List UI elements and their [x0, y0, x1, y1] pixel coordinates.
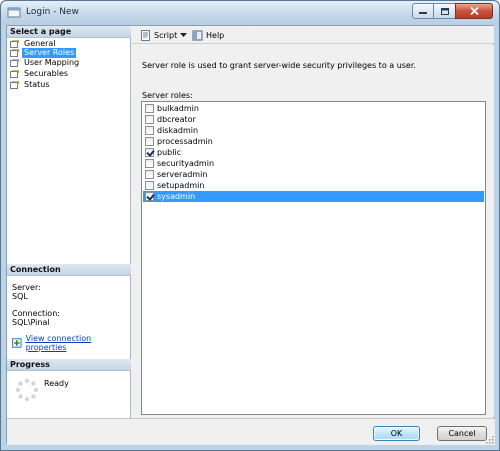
- script-button[interactable]: Script: [140, 29, 177, 41]
- progress-header: Progress: [7, 359, 131, 371]
- progress-status: Ready: [44, 379, 69, 388]
- role-checkbox[interactable]: [145, 104, 154, 113]
- help-icon: [192, 30, 203, 40]
- page-icon: [10, 40, 19, 48]
- page-server-roles[interactable]: Server Roles: [10, 48, 77, 58]
- role-name: diskadmin: [157, 126, 199, 135]
- page-user-mapping[interactable]: User Mapping: [10, 58, 81, 68]
- window-app-icon: [7, 7, 21, 18]
- connection-label: Connection:: [12, 309, 60, 318]
- role-name: bulkadmin: [157, 104, 199, 113]
- chevron-down-icon: [180, 32, 187, 37]
- role-row-processadmin[interactable]: processadmin: [143, 136, 484, 147]
- role-name: processadmin: [157, 137, 213, 146]
- page-securables[interactable]: Securables: [10, 69, 70, 79]
- server-roles-list[interactable]: bulkadmin dbcreator diskadmin processadm…: [141, 101, 486, 415]
- help-button[interactable]: Help: [192, 29, 224, 41]
- window-controls: [412, 3, 493, 19]
- role-checkbox[interactable]: [145, 126, 154, 135]
- left-pane: Select a page General Server Roles User …: [7, 26, 131, 445]
- page-icon: [10, 49, 19, 57]
- role-checkbox[interactable]: [145, 148, 154, 157]
- script-label: Script: [154, 30, 178, 40]
- login-new-window: Login - New Select a page General Server…: [0, 0, 500, 451]
- page-icon: [10, 81, 19, 89]
- role-checkbox[interactable]: [145, 159, 154, 168]
- server-roles-label: Server roles:: [142, 91, 193, 100]
- connection-value: SQL\Pinal: [12, 318, 50, 327]
- close-icon: [469, 7, 479, 15]
- role-checkbox[interactable]: [145, 115, 154, 124]
- role-row-sysadmin[interactable]: sysadmin: [143, 191, 484, 202]
- connection-header: Connection: [7, 264, 131, 276]
- server-value: SQL: [12, 292, 28, 301]
- resize-grip-icon[interactable]: [485, 435, 494, 444]
- page-label: Securables: [24, 69, 69, 78]
- server-roles-page: Server role is used to grant server-wide…: [132, 45, 494, 417]
- role-name: securityadmin: [157, 159, 215, 168]
- page-label: User Mapping: [24, 58, 80, 67]
- role-name: dbcreator: [157, 115, 196, 124]
- close-button[interactable]: [455, 3, 493, 19]
- role-row-bulkadmin[interactable]: bulkadmin: [143, 103, 484, 114]
- role-row-dbcreator[interactable]: dbcreator: [143, 114, 484, 125]
- role-row-diskadmin[interactable]: diskadmin: [143, 125, 484, 136]
- maximize-button[interactable]: [434, 3, 455, 19]
- page-icon: [10, 59, 19, 67]
- minimize-icon: [419, 12, 427, 14]
- cancel-button[interactable]: Cancel: [437, 426, 487, 441]
- server-label: Server:: [12, 283, 41, 292]
- role-checkbox[interactable]: [145, 170, 154, 179]
- role-row-setupadmin[interactable]: setupadmin: [143, 180, 484, 191]
- select-page-header: Select a page: [7, 26, 131, 38]
- role-row-public[interactable]: public: [143, 147, 484, 158]
- dialog-client-area: Select a page General Server Roles User …: [6, 25, 495, 445]
- toolbar: Script Help: [132, 26, 494, 44]
- page-icon: [10, 70, 19, 78]
- help-label: Help: [206, 30, 225, 40]
- maximize-icon: [440, 7, 449, 15]
- window-title: Login - New: [26, 7, 79, 17]
- role-name: public: [157, 148, 182, 157]
- view-connection-link[interactable]: View connection properties: [26, 334, 130, 352]
- role-name: sysadmin: [157, 192, 196, 201]
- role-row-securityadmin[interactable]: securityadmin: [143, 158, 484, 169]
- ok-button[interactable]: OK: [373, 426, 420, 441]
- script-dropdown-button[interactable]: [180, 29, 187, 41]
- role-checkbox[interactable]: [145, 192, 154, 201]
- page-status[interactable]: Status: [10, 80, 52, 90]
- connection-properties-icon: [12, 338, 22, 348]
- minimize-button[interactable]: [412, 3, 434, 19]
- view-connection-properties[interactable]: View connection properties: [12, 334, 130, 352]
- role-checkbox[interactable]: [145, 137, 154, 146]
- role-name: serveradmin: [157, 170, 208, 179]
- page-label: Status: [24, 80, 50, 89]
- page-label: Server Roles: [22, 48, 77, 58]
- role-name: setupadmin: [157, 181, 205, 190]
- script-icon: [141, 29, 150, 41]
- page-description: Server role is used to grant server-wide…: [142, 61, 416, 70]
- progress-spinner-icon: [15, 378, 39, 402]
- role-row-serveradmin[interactable]: serveradmin: [143, 169, 484, 180]
- dialog-footer: OK Cancel: [7, 418, 495, 445]
- title-bar[interactable]: Login - New: [1, 1, 499, 25]
- role-checkbox[interactable]: [145, 181, 154, 190]
